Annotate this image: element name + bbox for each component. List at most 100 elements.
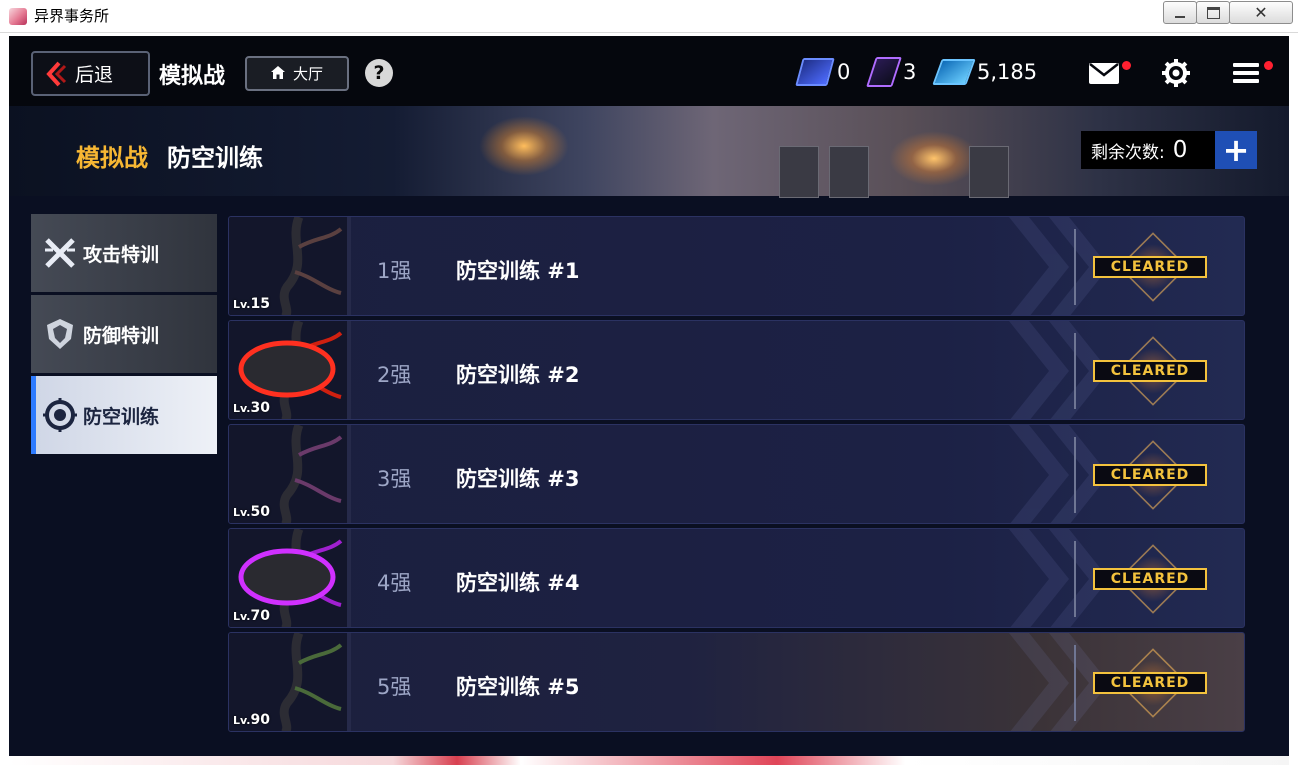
resource-ticket[interactable]: 0 [795, 56, 851, 88]
back-arrow-icon [43, 53, 73, 94]
thumbnail-divider [347, 529, 351, 627]
resource-value: 3 [903, 60, 917, 84]
thumbnail-divider [347, 425, 351, 523]
stage-row[interactable]: Lv.90 5强 防空训练 #5 CLEARED [228, 632, 1245, 732]
app-icon [9, 8, 27, 25]
sidebar-item-defense[interactable]: 防御特训 [31, 295, 217, 373]
menu-button[interactable] [1233, 61, 1273, 84]
enemy-level: Lv.90 [233, 712, 270, 728]
top-bar: 后退 模拟战 大厅 ? 0 3 5,185 [9, 36, 1289, 106]
resource-purple-ticket[interactable]: 3 [866, 56, 917, 88]
creature-core [238, 548, 336, 606]
maximize-icon [1206, 6, 1220, 19]
row-divider [1074, 541, 1076, 617]
resource-book[interactable]: 5,185 [932, 56, 1038, 88]
stage-list: Lv.15 1强 防空训练 #1 CLEARED Lv.30 2强 防空训练 #… [228, 216, 1245, 736]
level-prefix: Lv. [233, 402, 251, 415]
remaining-value: 0 [1172, 137, 1188, 163]
mail-notification-dot [1122, 61, 1131, 70]
creature-core [238, 340, 336, 398]
stage-strength: 4强 [377, 571, 412, 595]
desktop-background-strip [9, 756, 1289, 765]
stage-row[interactable]: Lv.15 1强 防空训练 #1 CLEARED [228, 216, 1245, 316]
banner-artwork [969, 146, 1009, 198]
page-title: 模拟战 [159, 64, 226, 89]
cleared-status: CLEARED [1091, 232, 1211, 302]
cleared-badge: CLEARED [1093, 360, 1207, 382]
stage-name: 防空训练 #1 [456, 259, 580, 283]
stage-name: 防空训练 #3 [456, 467, 580, 491]
level-value: 30 [250, 400, 270, 416]
stage-strength: 3强 [377, 467, 412, 491]
crossed-swords-icon [45, 238, 75, 268]
banner-artwork [479, 116, 569, 176]
level-value: 50 [250, 504, 270, 520]
minimize-icon [1175, 15, 1185, 18]
settings-button[interactable] [1159, 56, 1193, 90]
creature-body [279, 217, 304, 315]
stage-strength: 2强 [377, 363, 412, 387]
game-viewport: 后退 模拟战 大厅 ? 0 3 5,185 模拟战 防空训练 剩余次数: 0 +… [9, 36, 1289, 756]
level-value: 70 [250, 608, 270, 624]
resource-value: 0 [837, 60, 851, 84]
stage-strength: 1强 [377, 259, 412, 283]
stage-row[interactable]: Lv.50 3强 防空训练 #3 CLEARED [228, 424, 1245, 524]
help-button[interactable]: ? [365, 59, 393, 87]
menu-icon-bar [1233, 71, 1259, 75]
sidebar-item-attack[interactable]: 攻击特训 [31, 214, 217, 292]
creature-body [279, 633, 304, 731]
enemy-level: Lv.50 [233, 504, 270, 520]
enemy-level: Lv.70 [233, 608, 270, 624]
banner-artwork [829, 146, 869, 198]
add-attempts-button[interactable]: + [1215, 131, 1257, 169]
row-divider [1074, 437, 1076, 513]
cleared-status: CLEARED [1091, 648, 1211, 718]
level-prefix: Lv. [233, 506, 251, 519]
stage-row[interactable]: Lv.30 2强 防空训练 #2 CLEARED [228, 320, 1245, 420]
level-prefix: Lv. [233, 298, 251, 311]
cleared-status: CLEARED [1091, 336, 1211, 406]
cleared-badge: CLEARED [1093, 256, 1207, 278]
stage-name: 防空训练 #4 [456, 571, 580, 595]
training-category-sidebar: 攻击特训 防御特训 防空训练 [31, 214, 217, 457]
close-button[interactable]: ✕ [1229, 1, 1293, 24]
resource-value: 5,185 [977, 60, 1038, 84]
row-divider [1074, 645, 1076, 721]
cleared-status: CLEARED [1091, 544, 1211, 614]
thumbnail-divider [347, 633, 351, 731]
maximize-button[interactable] [1196, 1, 1230, 24]
book-icon [932, 59, 976, 85]
cleared-badge: CLEARED [1093, 672, 1207, 694]
window-controls: ✕ [1163, 1, 1294, 24]
plus-icon: + [1222, 131, 1250, 169]
gear-icon [1162, 59, 1190, 87]
lobby-button[interactable]: 大厅 [245, 56, 349, 91]
anti-air-icon [43, 398, 77, 432]
remaining-label: 剩余次数: [1091, 142, 1165, 163]
banner-artwork [779, 146, 819, 198]
level-prefix: Lv. [233, 714, 251, 727]
stage-strength: 5强 [377, 675, 412, 699]
minimize-button[interactable] [1163, 1, 1197, 24]
banner-artwork [889, 131, 979, 186]
row-divider [1074, 229, 1076, 305]
banner-category: 模拟战 [76, 144, 148, 172]
level-value: 15 [250, 296, 270, 312]
back-button[interactable]: 后退 [31, 51, 150, 96]
cleared-badge: CLEARED [1093, 568, 1207, 590]
stage-row[interactable]: Lv.70 4强 防空训练 #4 CLEARED [228, 528, 1245, 628]
lobby-label: 大厅 [292, 65, 323, 83]
sidebar-item-label: 防空训练 [83, 405, 160, 428]
level-value: 90 [250, 712, 270, 728]
sidebar-item-anti-air[interactable]: 防空训练 [31, 376, 217, 454]
ticket-icon [795, 58, 835, 86]
row-divider [1074, 333, 1076, 409]
enemy-level: Lv.30 [233, 400, 270, 416]
mail-button[interactable] [1085, 56, 1135, 90]
back-label: 后退 [75, 64, 114, 86]
stage-name: 防空训练 #2 [456, 363, 580, 387]
enemy-level: Lv.15 [233, 296, 270, 312]
sidebar-item-label: 攻击特训 [83, 243, 160, 266]
window-title: 异界事务所 [34, 7, 110, 25]
sidebar-item-label: 防御特训 [83, 324, 160, 347]
